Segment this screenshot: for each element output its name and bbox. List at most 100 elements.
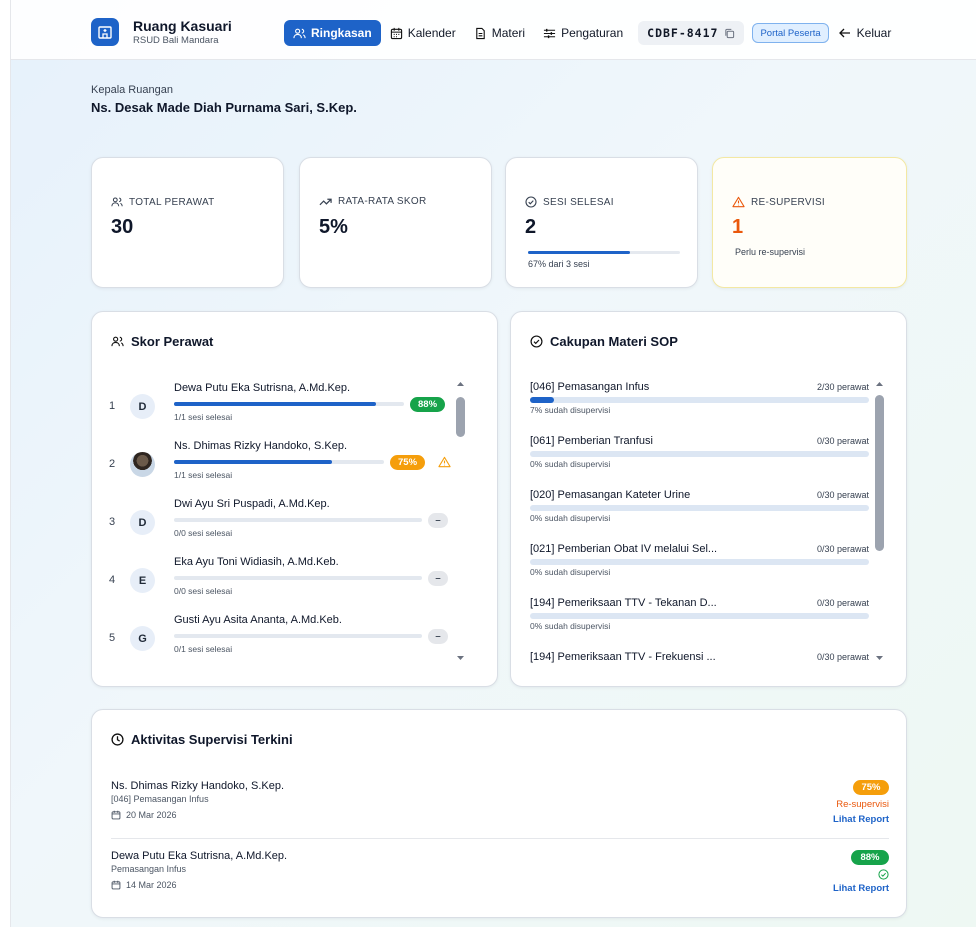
panel-title: Cakupan Materi SOP xyxy=(550,334,678,349)
sessions-progress-bar xyxy=(528,251,680,254)
sop-coverage-row[interactable]: [061] Pemberian Tranfusi 0/30 perawat 0% s… xyxy=(511,428,891,482)
score-badge: – xyxy=(428,571,448,586)
stat-label: TOTAL PERAWAT xyxy=(129,196,215,208)
clock-icon xyxy=(111,733,124,746)
nurse-score-row[interactable]: 5 G Gusti Ayu Asita Ananta, A.Md.Keb. – 0/1 … xyxy=(92,604,452,662)
sop-coverage-row[interactable]: [194] Pemeriksaan TTV - Tekanan D... 0/30… xyxy=(511,590,891,644)
main-nav: Ringkasan Kalender Materi Pengaturan CDB… xyxy=(284,20,891,46)
view-report-link[interactable]: Lihat Report xyxy=(833,883,889,894)
nav-ringkasan-label: Ringkasan xyxy=(311,26,372,40)
nurse-score-list: 1 D Dewa Putu Eka Sutrisna, A.Md.Kep. 88% 1/… xyxy=(92,372,472,672)
sop-supervised-percent: 0% sudah disupervisi xyxy=(530,513,611,523)
users-icon xyxy=(111,197,123,207)
nav-pengaturan[interactable]: Pengaturan xyxy=(534,20,632,46)
scroll-up-icon[interactable] xyxy=(456,380,465,388)
nurse-score-row[interactable]: 1 D Dewa Putu Eka Sutrisna, A.Md.Kep. 88% 1/… xyxy=(92,372,452,430)
scroll-down-icon[interactable] xyxy=(875,654,884,662)
sliders-icon xyxy=(544,28,556,38)
nav-ringkasan[interactable]: Ringkasan xyxy=(284,20,381,46)
nurse-score-bar xyxy=(174,634,422,638)
nurse-session-count: 0/0 sesi selesai xyxy=(174,586,233,596)
users-icon xyxy=(111,336,124,347)
nurse-session-count: 0/0 sesi selesai xyxy=(174,528,233,538)
nurse-rank: 3 xyxy=(109,516,116,528)
score-badge: 88% xyxy=(410,397,446,412)
sop-coverage-list: [046] Pemasangan Infus 2/30 perawat 7% sud… xyxy=(511,374,891,674)
recent-activity-panel: Aktivitas Supervisi Terkini Ns. Dhimas R… xyxy=(91,709,907,918)
nurse-session-count: 0/1 sesi selesai xyxy=(174,644,233,654)
stat-value: 5% xyxy=(319,216,348,238)
warning-icon xyxy=(732,196,745,208)
sop-coverage-row[interactable]: [021] Pemberian Obat IV melalui Sel... 0/… xyxy=(511,536,891,590)
head-nurse-label: Kepala Ruangan xyxy=(91,84,173,96)
scroll-thumb[interactable] xyxy=(875,395,884,551)
nurse-rank: 5 xyxy=(109,632,116,644)
activity-score-badge: 75% xyxy=(853,780,889,795)
sop-progress-bar xyxy=(530,451,869,457)
activity-score-badge: 88% xyxy=(851,850,889,865)
top-navbar: Ruang Kasuari RSUD Bali Mandara Ringkasa… xyxy=(11,0,976,60)
nav-kalender-label: Kalender xyxy=(407,26,456,40)
sop-coverage-row[interactable]: [020] Pemasangan Kateter Urine 0/30 peraw… xyxy=(511,482,891,536)
view-report-link[interactable]: Lihat Report xyxy=(833,814,889,825)
stat-card-re-supervisi: RE-SUPERVISI 1 Perlu re-supervisi xyxy=(712,157,907,288)
copy-icon[interactable] xyxy=(724,28,735,39)
sop-supervised-percent: 0% sudah disupervisi xyxy=(530,459,611,469)
portal-peserta-badge[interactable]: Portal Peserta xyxy=(752,23,829,43)
sop-progress-fill xyxy=(530,397,554,403)
sop-coverage-row[interactable]: [046] Pemasangan Infus 2/30 perawat 7% sud… xyxy=(511,374,891,428)
check-circle-icon xyxy=(525,196,537,208)
nurse-score-row[interactable]: 4 E Eka Ayu Toni Widiasih, A.Md.Keb. – 0/0 s… xyxy=(92,546,452,604)
nav-kalender[interactable]: Kalender xyxy=(381,20,465,46)
activity-item[interactable]: Ns. Dhimas Rizky Handoko, S.Kep. [046] P… xyxy=(111,780,889,830)
scroll-up-icon[interactable] xyxy=(875,380,884,388)
stat-card-rata-rata-skor: RATA-RATA SKOR 5% xyxy=(299,157,492,288)
nurse-score-row[interactable]: 2 Ns. Dhimas Rizky Handoko, S.Kep. 75% 1/1 … xyxy=(92,430,452,488)
sop-coverage-row[interactable]: [194] Pemeriksaan TTV - Frekuensi ... 0/3… xyxy=(511,644,891,674)
sop-list-scrollbar[interactable] xyxy=(875,380,884,662)
nurse-list-scrollbar[interactable] xyxy=(456,380,465,662)
sop-nurse-count: 0/30 perawat xyxy=(816,490,869,500)
nurse-score-bar-fill xyxy=(174,460,332,464)
check-circle-icon xyxy=(878,869,889,880)
access-code[interactable]: CDBF-8417 xyxy=(638,21,745,45)
stat-value: 1 xyxy=(732,216,744,238)
activity-topic: [046] Pemasangan Infus xyxy=(111,794,209,804)
score-badge: – xyxy=(428,513,448,528)
nurse-name: Dewa Putu Eka Sutrisna, A.Md.Kep. xyxy=(174,382,351,394)
stat-note: 67% dari 3 sesi xyxy=(528,259,590,269)
scroll-down-icon[interactable] xyxy=(456,654,465,662)
activity-item[interactable]: Dewa Putu Eka Sutrisna, A.Md.Kep. Pemasa… xyxy=(111,850,889,900)
stat-value: 2 xyxy=(525,216,537,238)
brand-subtitle: RSUD Bali Mandara xyxy=(133,35,219,46)
sop-title: [021] Pemberian Obat IV melalui Sel... xyxy=(530,543,718,555)
nurse-name: Dwi Ayu Sri Puspadi, A.Md.Kep. xyxy=(174,498,330,510)
nurse-session-count: 1/1 sesi selesai xyxy=(174,470,233,480)
app-frame: Ruang Kasuari RSUD Bali Mandara Ringkasa… xyxy=(10,0,976,927)
check-circle-icon xyxy=(530,335,543,348)
stat-note: Perlu re-supervisi xyxy=(735,247,806,257)
sop-supervised-percent: 0% sudah disupervisi xyxy=(530,621,611,631)
sop-nurse-count: 0/30 perawat xyxy=(816,544,869,554)
sop-nurse-count: 0/30 perawat xyxy=(816,652,869,662)
sop-nurse-count: 0/30 perawat xyxy=(816,436,869,446)
nurse-score-row[interactable]: 3 D Dwi Ayu Sri Puspadi, A.Md.Kep. – 0/0 ses… xyxy=(92,488,452,546)
logout-button[interactable]: Keluar xyxy=(838,26,891,40)
document-icon xyxy=(475,27,485,39)
sop-progress-bar xyxy=(530,613,869,619)
nurse-name: Gusti Ayu Asita Ananta, A.Md.Keb. xyxy=(174,614,342,626)
divider xyxy=(111,838,889,839)
sessions-progress-fill xyxy=(528,251,630,254)
access-code-value: CDBF-8417 xyxy=(647,26,719,40)
scroll-thumb[interactable] xyxy=(456,397,465,437)
activity-topic: Pemasangan Infus xyxy=(111,864,187,874)
avatar xyxy=(130,452,155,477)
nav-materi[interactable]: Materi xyxy=(465,20,534,46)
stat-label: SESI SELESAI xyxy=(543,196,614,208)
nurse-score-bar-fill xyxy=(174,402,377,406)
brand-title: Ruang Kasuari xyxy=(133,18,232,34)
sop-title: [194] Pemeriksaan TTV - Tekanan D... xyxy=(530,597,717,609)
nurse-rank: 2 xyxy=(109,458,116,470)
stat-card-sesi-selesai: SESI SELESAI 2 67% dari 3 sesi xyxy=(505,157,698,288)
sop-title: [061] Pemberian Tranfusi xyxy=(530,435,653,447)
